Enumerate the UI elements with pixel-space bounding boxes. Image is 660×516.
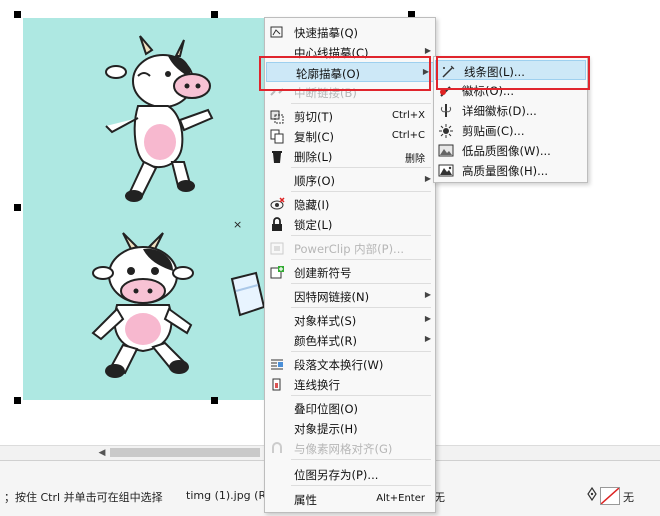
submenu-item-low-quality-image[interactable]: 低品质图像(W)...: [434, 140, 587, 160]
menu-item-save-bitmap-as[interactable]: 位图另存为(P)...: [265, 464, 435, 484]
menu-separator: [291, 395, 431, 396]
scroll-left-icon[interactable]: ◀: [96, 447, 108, 459]
submenu-item-detailed-logo[interactable]: 详细徽标(D)...: [434, 100, 587, 120]
cut-icon: [270, 110, 284, 124]
copy-icon: [270, 129, 284, 144]
menu-item-delete[interactable]: 删除(L) 删除: [265, 146, 435, 166]
menu-item-quick-trace[interactable]: 快速描摹(Q): [265, 22, 435, 42]
connector-wrap-icon: [272, 378, 281, 391]
menu-separator: [291, 459, 431, 460]
menu-separator: [291, 167, 431, 168]
selection-handle[interactable]: [211, 397, 218, 404]
annotation-highlight-box: [436, 56, 590, 90]
selection-handle[interactable]: [14, 204, 21, 211]
submenu-arrow-icon: ▶: [424, 46, 431, 55]
submenu-item-high-quality-image[interactable]: 高质量图像(H)...: [434, 160, 587, 180]
submenu-arrow-icon: ▶: [424, 314, 431, 323]
pen-nib-icon: [587, 487, 597, 501]
menu-item-lock[interactable]: 锁定(L): [265, 214, 435, 234]
menu-separator: [291, 191, 431, 192]
menu-separator: [291, 351, 431, 352]
center-mark-icon: ×: [233, 218, 243, 231]
pixel-grid-icon: [272, 442, 282, 453]
menu-item-hide[interactable]: 隐藏(I): [265, 194, 435, 214]
selection-handle[interactable]: [211, 11, 218, 18]
powerclip-icon: [270, 242, 284, 255]
menu-separator: [291, 103, 431, 104]
menu-separator: [291, 235, 431, 236]
quick-trace-icon: [270, 26, 283, 38]
submenu-item-clipart[interactable]: 剪贴画(C)...: [434, 120, 587, 140]
new-symbol-icon: [270, 266, 284, 279]
high-quality-image-icon: [438, 164, 454, 177]
menu-item-order[interactable]: 顺序(O) ▶: [265, 170, 435, 190]
selection-handle[interactable]: [14, 11, 21, 18]
context-menu: 快速描摹(Q) 中心线描摹(C) ▶ 轮廓描摹(O) ▶ 中断链接(B) 剪切(…: [264, 17, 436, 513]
trash-icon: [272, 151, 282, 163]
clipart-icon: [439, 124, 453, 138]
lock-icon: [272, 217, 282, 231]
menu-item-internet-link[interactable]: 因特网链接(N) ▶: [265, 286, 435, 306]
menu-separator: [291, 485, 431, 486]
status-outline-value: 无: [623, 491, 634, 504]
menu-item-object-hints[interactable]: 对象提示(H): [265, 418, 435, 438]
menu-item-properties[interactable]: 属性 Alt+Enter: [265, 489, 435, 509]
submenu-arrow-icon: ▶: [424, 290, 431, 299]
menu-item-object-styles[interactable]: 对象样式(S) ▶: [265, 310, 435, 330]
menu-item-color-styles[interactable]: 颜色样式(R) ▶: [265, 330, 435, 350]
detailed-logo-icon: [441, 104, 451, 117]
eye-hidden-icon: [270, 197, 285, 210]
no-color-swatch-icon[interactable]: [600, 487, 620, 505]
menu-item-powerclip-inside[interactable]: PowerClip 内部(P)...: [265, 238, 435, 258]
menu-item-overprint-bitmap[interactable]: 叠印位图(O): [265, 398, 435, 418]
status-hint: ；按住 Ctrl 并单击可在组中选择: [4, 491, 163, 504]
selection-handle[interactable]: [14, 397, 21, 404]
submenu-arrow-icon: ▶: [424, 334, 431, 343]
menu-item-copy[interactable]: 复制(C) Ctrl+C: [265, 126, 435, 146]
menu-separator: [291, 283, 431, 284]
menu-item-cut[interactable]: 剪切(T) Ctrl+X: [265, 106, 435, 126]
menu-item-connector-wrap[interactable]: 连线换行: [265, 374, 435, 394]
menu-item-create-symbol[interactable]: 创建新符号: [265, 262, 435, 282]
menu-separator: [291, 259, 431, 260]
annotation-highlight-box: [259, 56, 431, 91]
menu-item-pixel-grid-align[interactable]: 与像素网格对齐(G): [265, 438, 435, 458]
menu-item-paragraph-wrap[interactable]: 段落文本换行(W): [265, 354, 435, 374]
scrollbar-thumb[interactable]: [110, 448, 260, 457]
low-quality-image-icon: [438, 144, 454, 157]
text-wrap-icon: [271, 359, 283, 370]
submenu-arrow-icon: ▶: [424, 174, 431, 183]
menu-separator: [291, 307, 431, 308]
